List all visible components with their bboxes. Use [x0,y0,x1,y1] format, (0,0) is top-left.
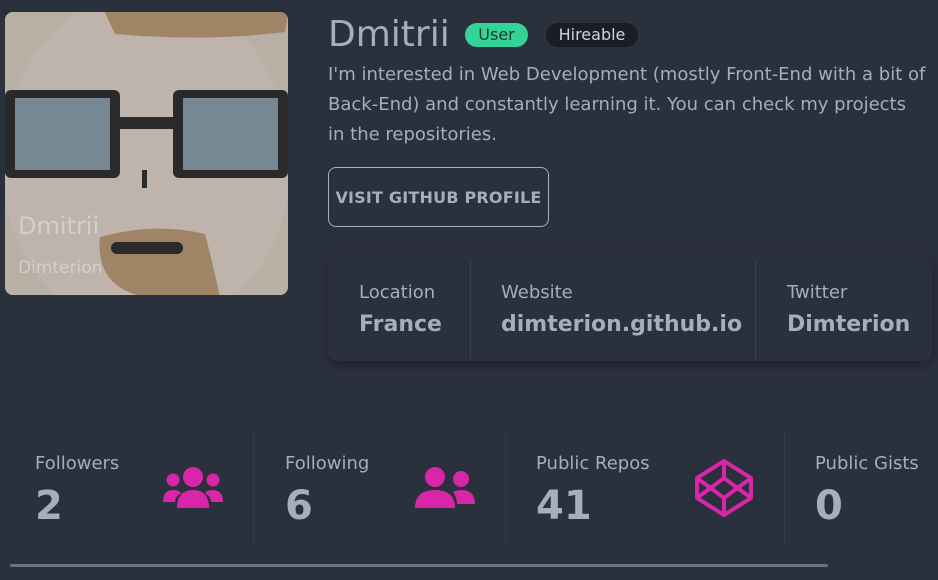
profile-info-panel: Location France Website dimterion.github… [328,255,932,361]
stat-public-repos-value: 41 [536,483,592,529]
horizontal-scrollbar[interactable] [10,564,828,567]
stat-public-gists: Public Gists 0 [785,428,938,548]
info-website-label: Website [501,282,573,303]
stat-following-value: 6 [285,483,313,529]
info-twitter-label: Twitter [787,282,848,303]
user-friends-icon [415,467,475,508]
info-divider [470,259,471,359]
profile-name: Dmitrii [328,14,450,55]
avatar-card: Dmitrii Dimterion [5,12,288,295]
visit-github-profile-button[interactable]: VISIT GITHUB PROFILE [328,167,549,227]
hireable-badge: Hireable [546,23,638,47]
info-twitter-link[interactable]: Dimterion [787,312,910,337]
stat-public-repos: Public Repos 41 [506,428,784,548]
stat-public-gists-label: Public Gists [815,453,919,474]
info-location-value: France [359,312,442,337]
stat-followers-value: 2 [35,483,63,529]
info-divider [755,259,756,359]
user-profile-page: Dmitrii Dimterion Dmitrii User Hireable … [0,0,938,580]
avatar-login: Dimterion [18,258,103,278]
codepen-icon [695,459,753,517]
user-type-badge: User [465,23,528,47]
stat-following-label: Following [285,453,370,474]
stat-public-repos-label: Public Repos [536,453,650,474]
stat-followers-label: Followers [35,453,120,474]
profile-stats: Followers 2 Following 6 Public Repos 41 … [0,428,938,548]
profile-bio: I'm interested in Web Development (mostl… [328,64,926,145]
users-icon [163,467,223,508]
info-website-link[interactable]: dimterion.github.io [501,312,742,337]
stat-followers: Followers 2 [0,428,253,548]
stat-following: Following 6 [254,428,505,548]
info-location-label: Location [359,282,436,303]
stat-public-gists-value: 0 [815,483,843,529]
avatar-name: Dmitrii [18,212,100,240]
